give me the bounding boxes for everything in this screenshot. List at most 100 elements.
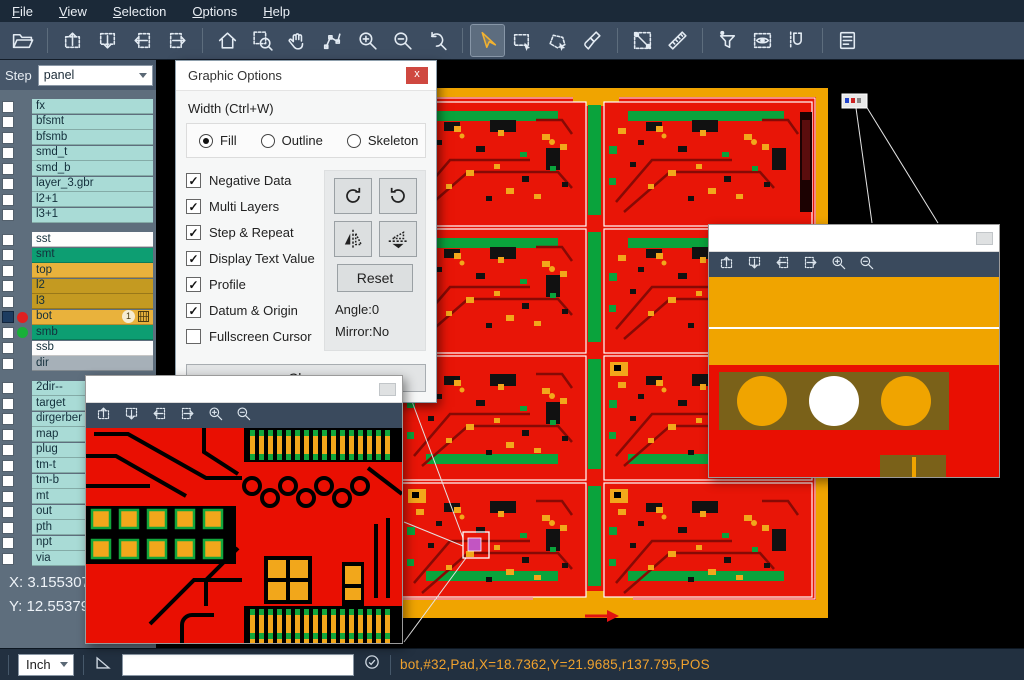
layer-row-layer_3.gbr[interactable]: layer_3.gbr — [0, 177, 156, 193]
pan-right-button[interactable] — [161, 25, 194, 56]
report-panel-button[interactable] — [831, 25, 864, 56]
layer-row-bfsmt[interactable]: bfsmt — [0, 115, 156, 131]
pan-hand-button[interactable] — [281, 25, 314, 56]
radio-fill[interactable]: Fill — [199, 133, 237, 148]
pan-right-button[interactable] — [802, 254, 819, 276]
checkbox-profile[interactable]: ✓Profile — [186, 277, 316, 292]
checkbox-display-text-value[interactable]: ✓Display Text Value — [186, 251, 316, 266]
zoom-out-button[interactable] — [858, 254, 875, 276]
magnifier-1-view[interactable] — [86, 428, 402, 643]
magnifier-1-titlebar[interactable] — [86, 376, 402, 403]
layer-visible-checkbox[interactable] — [2, 132, 14, 144]
flip-vertical-button[interactable] — [379, 221, 417, 257]
refresh-status-icon[interactable] — [363, 653, 381, 676]
checkbox-fullscreen-cursor[interactable]: Fullscreen Cursor — [186, 329, 316, 344]
menu-selection[interactable]: Selection — [113, 4, 166, 19]
layer-row-smd_t[interactable]: smd_t — [0, 146, 156, 162]
select-arrow-button[interactable] — [471, 25, 504, 56]
magnifier-2-titlebar[interactable] — [709, 225, 999, 252]
pan-left-button[interactable] — [774, 254, 791, 276]
layer-visible-checkbox[interactable] — [2, 116, 14, 128]
zoom-out-button[interactable] — [235, 405, 252, 427]
select-rect-button[interactable] — [506, 25, 539, 56]
reset-button[interactable]: Reset — [337, 264, 413, 292]
layer-row-fx[interactable]: fx — [0, 99, 156, 115]
flip-horizontal-button[interactable] — [334, 221, 372, 257]
layer-row-top[interactable]: top — [0, 263, 156, 279]
layer-row-l2[interactable]: l2 — [0, 279, 156, 295]
layer-visible-checkbox[interactable] — [2, 147, 14, 159]
layer-visible-checkbox[interactable] — [2, 429, 14, 441]
layer-visible-checkbox[interactable] — [2, 178, 14, 190]
unit-select[interactable]: Inch — [18, 654, 74, 676]
zoom-in-button[interactable] — [351, 25, 384, 56]
layer-visible-checkbox[interactable] — [2, 358, 14, 370]
menu-help[interactable]: Help — [263, 4, 290, 19]
layer-row-smb[interactable]: smb — [0, 325, 156, 341]
zoom-out-button[interactable] — [386, 25, 419, 56]
layer-visible-checkbox[interactable] — [2, 553, 14, 565]
menu-options[interactable]: Options — [192, 4, 237, 19]
zoom-previous-button[interactable] — [421, 25, 454, 56]
layer-row-sst[interactable]: sst — [0, 232, 156, 248]
layer-visible-checkbox[interactable] — [2, 506, 14, 518]
checkbox-step-repeat[interactable]: ✓Step & Repeat — [186, 225, 316, 240]
pan-right-button[interactable] — [179, 405, 196, 427]
pan-down-button[interactable] — [91, 25, 124, 56]
layer-visible-checkbox[interactable] — [2, 311, 14, 323]
zoom-window-button[interactable] — [246, 25, 279, 56]
layer-visible-checkbox[interactable] — [2, 209, 14, 221]
snap-button[interactable] — [781, 25, 814, 56]
measure-ruler-button[interactable] — [661, 25, 694, 56]
layer-row-smt[interactable]: smt — [0, 248, 156, 264]
checkbox-negative-data[interactable]: ✓Negative Data — [186, 173, 316, 188]
pan-up-button[interactable] — [95, 405, 112, 427]
rotate-ccw-button[interactable] — [379, 178, 417, 214]
layer-visible-checkbox[interactable] — [2, 296, 14, 308]
layer-visible-checkbox[interactable] — [2, 265, 14, 277]
clean-brush-button[interactable] — [576, 25, 609, 56]
layer-visible-checkbox[interactable] — [2, 194, 14, 206]
pan-left-button[interactable] — [151, 405, 168, 427]
layer-visible-checkbox[interactable] — [2, 444, 14, 456]
pan-down-button[interactable] — [746, 254, 763, 276]
layer-row-bot[interactable]: bot1 — [0, 310, 156, 326]
layer-row-bfsmb[interactable]: bfsmb — [0, 130, 156, 146]
layer-visible-checkbox[interactable] — [2, 475, 14, 487]
view-options-button[interactable] — [746, 25, 779, 56]
dialog-titlebar[interactable]: Graphic Options x — [176, 61, 436, 91]
checkbox-datum-origin[interactable]: ✓Datum & Origin — [186, 303, 316, 318]
radio-outline[interactable]: Outline — [261, 133, 323, 148]
select-polygon-button[interactable] — [541, 25, 574, 56]
layer-visible-checkbox[interactable] — [2, 398, 14, 410]
edit-vertex-button[interactable] — [316, 25, 349, 56]
zoom-in-button[interactable] — [830, 254, 847, 276]
layer-row-smd_b[interactable]: smd_b — [0, 161, 156, 177]
pan-down-button[interactable] — [123, 405, 140, 427]
layer-visible-checkbox[interactable] — [2, 491, 14, 503]
window-button-icon[interactable] — [976, 232, 993, 245]
menu-view[interactable]: View — [59, 4, 87, 19]
home-button[interactable] — [211, 25, 244, 56]
layer-row-l3+1[interactable]: l3+1 — [0, 208, 156, 224]
radio-skeleton[interactable]: Skeleton — [347, 133, 419, 148]
layer-row-l2+1[interactable]: l2+1 — [0, 192, 156, 208]
snap-angle-icon[interactable] — [93, 652, 113, 677]
layer-visible-checkbox[interactable] — [2, 382, 14, 394]
layer-row-dir[interactable]: dir — [0, 356, 156, 372]
layer-visible-checkbox[interactable] — [2, 522, 14, 534]
layer-visible-checkbox[interactable] — [2, 101, 14, 113]
layer-visible-checkbox[interactable] — [2, 249, 14, 261]
layer-visible-checkbox[interactable] — [2, 234, 14, 246]
layer-visible-checkbox[interactable] — [2, 280, 14, 292]
command-input[interactable] — [122, 654, 354, 676]
layer-visible-checkbox[interactable] — [2, 163, 14, 175]
layer-visible-checkbox[interactable] — [2, 537, 14, 549]
layer-visible-checkbox[interactable] — [2, 342, 14, 354]
open-file-button[interactable] — [6, 25, 39, 56]
window-button-icon[interactable] — [379, 383, 396, 396]
close-icon[interactable]: x — [406, 67, 428, 84]
pan-up-button[interactable] — [56, 25, 89, 56]
pan-left-button[interactable] — [126, 25, 159, 56]
checkbox-multi-layers[interactable]: ✓Multi Layers — [186, 199, 316, 214]
